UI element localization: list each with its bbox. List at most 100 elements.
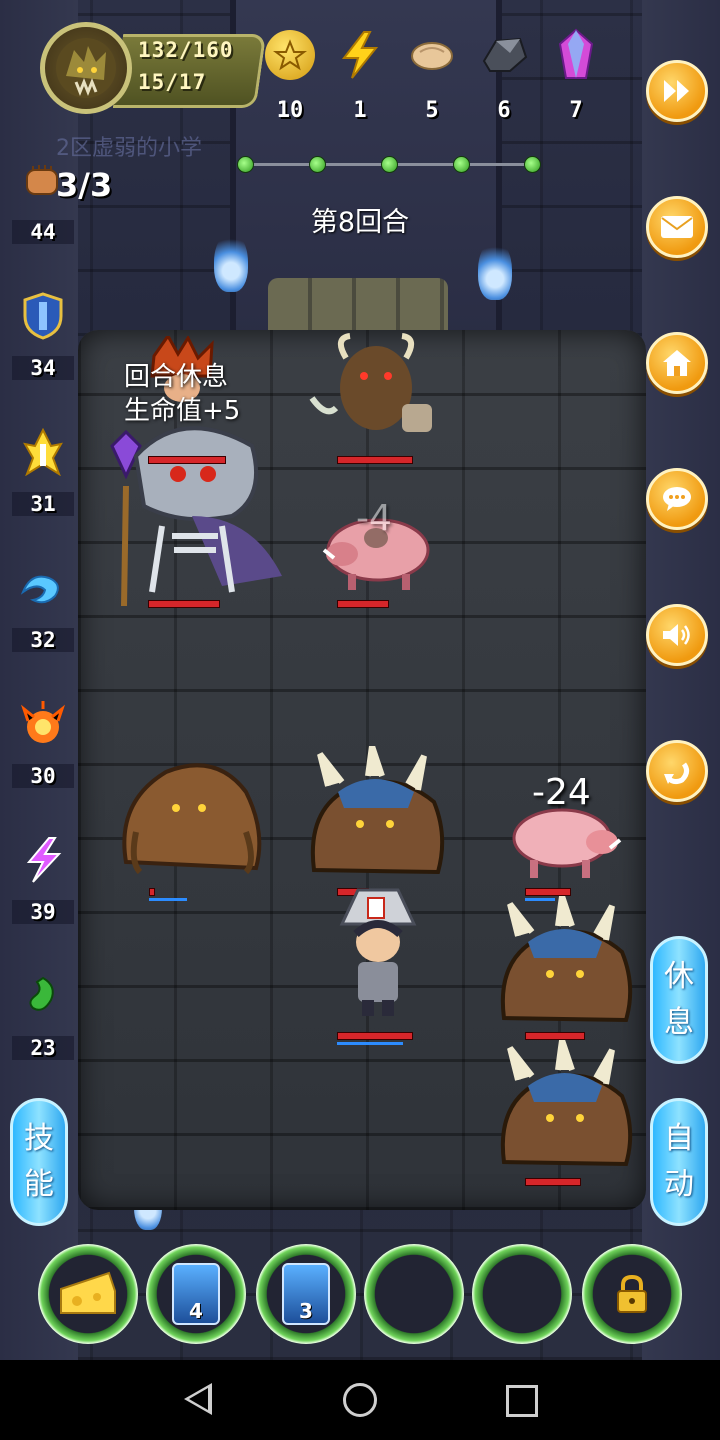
auto-button[interactable]: 自 动 [650, 1098, 708, 1226]
undo-button[interactable] [646, 740, 708, 802]
lich-hp-bar [148, 600, 220, 608]
gold-coin-icon [265, 30, 315, 80]
boar-right-hp-bar [525, 888, 571, 896]
damage-number-right: -24 [532, 772, 591, 813]
round-progress-node [381, 156, 398, 173]
resource-crystal-count: 7 [569, 98, 583, 123]
round-progress-node [309, 156, 326, 173]
home-nav-icon[interactable] [343, 1383, 377, 1417]
magician-hero-icon [339, 888, 417, 1016]
stat-fire-value: 30 [12, 764, 74, 788]
rest-button[interactable]: 休 息 [650, 936, 708, 1064]
stat-poison: 23 [12, 970, 74, 1060]
item-slot-card-2[interactable]: 3 [256, 1244, 356, 1344]
undo-icon [664, 762, 690, 785]
spiked-golem-icon [500, 1040, 633, 1167]
energy-counter: 3/3 [56, 166, 113, 204]
resource-bread-count: 5 [425, 98, 439, 123]
back-icon[interactable] [184, 1383, 212, 1415]
rest-heal-line-2: 生命值+5 [124, 396, 241, 426]
round-progress-node [524, 156, 541, 173]
cheese-icon [60, 1271, 116, 1314]
dragon-avatar-icon [56, 38, 116, 98]
fast-forward-button[interactable] [646, 60, 708, 122]
blue-torch-icon [214, 232, 248, 292]
stat-water-value: 32 [12, 628, 74, 652]
item-slot-empty-1[interactable] [364, 1244, 464, 1344]
fire-icon [17, 698, 69, 750]
card-count-1: 4 [189, 1299, 203, 1323]
hero-hp-bar [337, 1032, 413, 1040]
water-icon [17, 562, 69, 614]
chat-icon [663, 487, 691, 511]
boar-hp-bar [337, 600, 389, 608]
spiked-golem-right-hp-bar [525, 1032, 585, 1040]
spiked-golem-bottom-hp-bar [525, 1178, 581, 1186]
item-slot-card-1[interactable]: 4 [146, 1244, 246, 1344]
stat-defense: 34 [12, 290, 74, 380]
resource-bread: 5 [402, 30, 462, 130]
card-icon: 4 [172, 1263, 220, 1325]
stat-thunder: 39 [12, 834, 74, 924]
stat-defense-value: 34 [12, 356, 74, 380]
resource-lightning-count: 1 [353, 98, 367, 123]
rest-button-label-1: 休 [664, 959, 694, 994]
mud-golem-enemy[interactable] [106, 742, 270, 878]
card-icon: 3 [282, 1263, 330, 1325]
minotaur-enemy[interactable] [306, 318, 446, 448]
lightning-icon [335, 30, 385, 80]
hero-mp-bar [337, 1042, 403, 1045]
stat-thunder-value: 39 [12, 900, 74, 924]
skill-button-label-1: 技 [24, 1121, 54, 1156]
auto-button-label-1: 自 [664, 1121, 694, 1156]
chat-button[interactable] [646, 468, 708, 530]
stat-poison-value: 23 [12, 1036, 74, 1060]
spiked-golem-enemy[interactable] [298, 746, 450, 878]
game-stage: 132/160 15/17 10 1 5 6 7 2区虚弱的小学 第8回合 44… [0, 0, 720, 1360]
lock-icon [617, 1274, 647, 1313]
holy-light-icon [17, 426, 69, 478]
mud-golem-mp-bar [149, 898, 187, 901]
auto-button-label-2: 动 [664, 1167, 694, 1202]
resource-lightning: 1 [330, 30, 390, 130]
item-slot-cheese[interactable] [38, 1244, 138, 1344]
mail-button[interactable] [646, 196, 708, 258]
sound-button[interactable] [646, 604, 708, 666]
rest-button-label-2: 息 [664, 1005, 694, 1040]
faded-zone-text: 2区虚弱的小学 [56, 136, 202, 161]
round-progress-node [453, 156, 470, 173]
mail-icon [661, 216, 693, 238]
rest-heal-message: 回合休息 生命值+5 [124, 360, 240, 428]
item-slot-empty-2[interactable] [472, 1244, 572, 1344]
resource-gold-count: 10 [276, 98, 304, 123]
poison-icon [17, 970, 69, 1022]
item-slot-locked[interactable] [582, 1244, 682, 1344]
stat-water: 32 [12, 562, 74, 652]
lightning-purple-icon [17, 834, 69, 886]
minotaur-hp-bar [337, 456, 413, 464]
recent-apps-icon[interactable] [506, 1385, 538, 1417]
home-button[interactable] [646, 332, 708, 394]
spiked-golem-icon [310, 746, 445, 875]
blue-torch-icon [478, 240, 512, 300]
shield-icon [17, 290, 69, 342]
card-count-2: 3 [299, 1299, 313, 1323]
spiked-golem-enemy-right[interactable] [488, 896, 638, 1026]
resource-crystal: 7 [546, 28, 606, 130]
home-icon [663, 350, 691, 376]
round-title: 第8回合 [310, 207, 410, 238]
resource-iron-count: 6 [497, 98, 511, 123]
spiked-golem-enemy-bottom[interactable] [488, 1040, 638, 1170]
iron-ore-icon [479, 30, 529, 80]
stat-holy-value: 31 [12, 492, 74, 516]
player-avatar[interactable] [40, 22, 132, 114]
player-hero[interactable] [328, 884, 428, 1020]
player-level-text: 15/17 [138, 70, 207, 94]
crystal-icon [551, 28, 601, 80]
rest-heal-line-1: 回合休息 [124, 362, 229, 392]
stat-holy: 31 [12, 426, 74, 516]
bread-icon [407, 30, 457, 80]
stat-fire: 30 [12, 698, 74, 788]
skill-button-label-2: 能 [24, 1167, 54, 1202]
skill-button[interactable]: 技 能 [10, 1098, 68, 1226]
